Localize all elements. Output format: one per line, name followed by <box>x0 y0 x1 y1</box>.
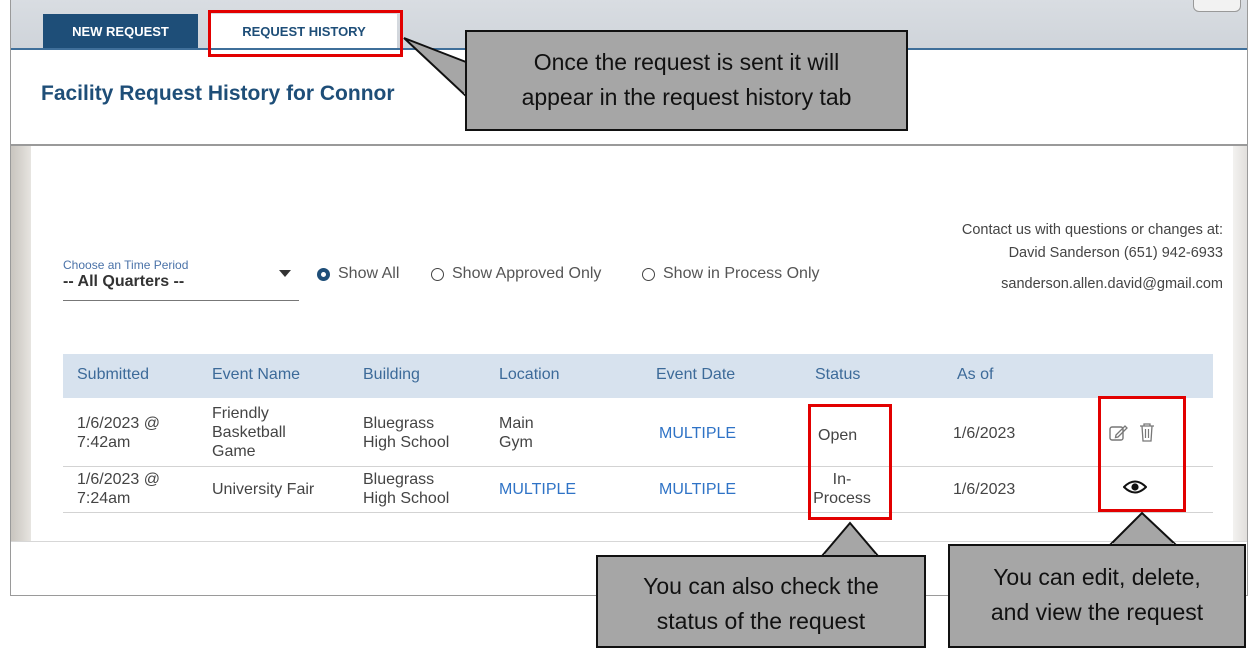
highlight-status-column <box>808 404 892 520</box>
table-row: 1/6/2023 @ 7:24am University Fair Bluegr… <box>63 466 1213 513</box>
col-as-of[interactable]: As of <box>957 366 993 384</box>
submitted-date: 1/6/2023 @ <box>77 415 160 432</box>
col-event-name[interactable]: Event Name <box>212 366 300 384</box>
callout-request-history: Once the request is sent it will appear … <box>465 30 908 131</box>
callout-text: You can also check the <box>643 573 879 599</box>
cell-as-of: 1/6/2023 <box>953 481 1016 498</box>
radio-in-process-label: Show in Process Only <box>663 265 820 282</box>
submitted-time: 7:24am <box>77 490 131 507</box>
event-date-link[interactable]: MULTIPLE <box>659 480 736 499</box>
table-header: Submitted Event Name Building Location E… <box>63 354 1213 398</box>
cell-building: Bluegrass High School <box>363 470 449 508</box>
radio-show-in-process[interactable]: Show in Process Only <box>642 265 820 283</box>
cell-as-of: 1/6/2023 <box>953 425 1016 442</box>
background-image-strip <box>11 146 31 541</box>
radio-show-all-label: Show All <box>338 265 400 282</box>
building-line: High School <box>363 490 450 507</box>
building-line: Bluegrass <box>363 415 435 432</box>
cell-event-name: Friendly Basketball Game <box>212 404 286 461</box>
radio-show-approved[interactable]: Show Approved Only <box>431 265 601 283</box>
window-corner-button[interactable] <box>1193 0 1241 12</box>
event-name-line: Friendly <box>212 405 269 422</box>
submitted-date: 1/6/2023 @ <box>77 471 160 488</box>
col-building[interactable]: Building <box>363 366 420 384</box>
highlight-request-history-tab <box>208 10 403 57</box>
col-status[interactable]: Status <box>815 366 860 384</box>
radio-selected-icon <box>317 267 330 281</box>
time-period-value: -- All Quarters -- <box>63 273 185 290</box>
time-period-label: Choose an Time Period <box>63 258 189 272</box>
time-period-select[interactable]: Choose an Time Period -- All Quarters -- <box>63 258 299 301</box>
callout-text: and view the request <box>990 599 1204 625</box>
callout-status: You can also check the status of the req… <box>596 555 926 648</box>
cell-building: Bluegrass High School <box>363 414 449 452</box>
cell-location: Main Gym <box>499 414 534 452</box>
callout-text: You can edit, delete, <box>993 564 1201 590</box>
tab-new-request[interactable]: NEW REQUEST <box>43 14 198 48</box>
background-image-strip-right <box>1233 146 1247 541</box>
callout-text: Once the request is sent it will <box>533 49 840 75</box>
submitted-time: 7:42am <box>77 434 131 451</box>
col-submitted[interactable]: Submitted <box>77 366 149 384</box>
content-bottom-border <box>11 541 1247 542</box>
page-title: Facility Request History for Connor <box>41 82 395 105</box>
col-event-date[interactable]: Event Date <box>656 366 735 384</box>
contact-heading: Contact us with questions or changes at: <box>961 222 1223 238</box>
cell-submitted: 1/6/2023 @ 7:42am <box>77 414 160 452</box>
col-location[interactable]: Location <box>499 366 560 384</box>
cell-event-name: University Fair <box>212 481 315 498</box>
event-date-link[interactable]: MULTIPLE <box>659 424 736 443</box>
event-name-line: Game <box>212 443 256 460</box>
callout-text: status of the request <box>656 608 866 634</box>
header-divider <box>11 144 1247 146</box>
callout-text: appear in the request history tab <box>521 84 852 110</box>
highlight-action-icons <box>1098 396 1186 512</box>
radio-approved-label: Show Approved Only <box>452 265 602 282</box>
contact-person: David Sanderson (651) 942-6933 <box>1008 245 1223 261</box>
contact-email[interactable]: sanderson.allen.david@gmail.com <box>962 273 1223 296</box>
building-line: Bluegrass <box>363 471 435 488</box>
radio-show-all[interactable]: Show All <box>317 265 399 283</box>
caret-down-icon <box>279 270 291 277</box>
table-row: 1/6/2023 @ 7:42am Friendly Basketball Ga… <box>63 398 1213 467</box>
radio-unselected-icon <box>642 267 655 281</box>
radio-unselected-icon <box>431 267 444 281</box>
contact-info: Contact us with questions or changes at:… <box>962 219 1223 296</box>
location-line: Main <box>499 415 534 432</box>
location-link[interactable]: MULTIPLE <box>499 480 576 499</box>
callout-actions: You can edit, delete, and view the reque… <box>948 544 1246 648</box>
location-line: Gym <box>499 434 533 451</box>
cell-submitted: 1/6/2023 @ 7:24am <box>77 470 160 508</box>
event-name-line: Basketball <box>212 424 286 441</box>
building-line: High School <box>363 434 450 451</box>
